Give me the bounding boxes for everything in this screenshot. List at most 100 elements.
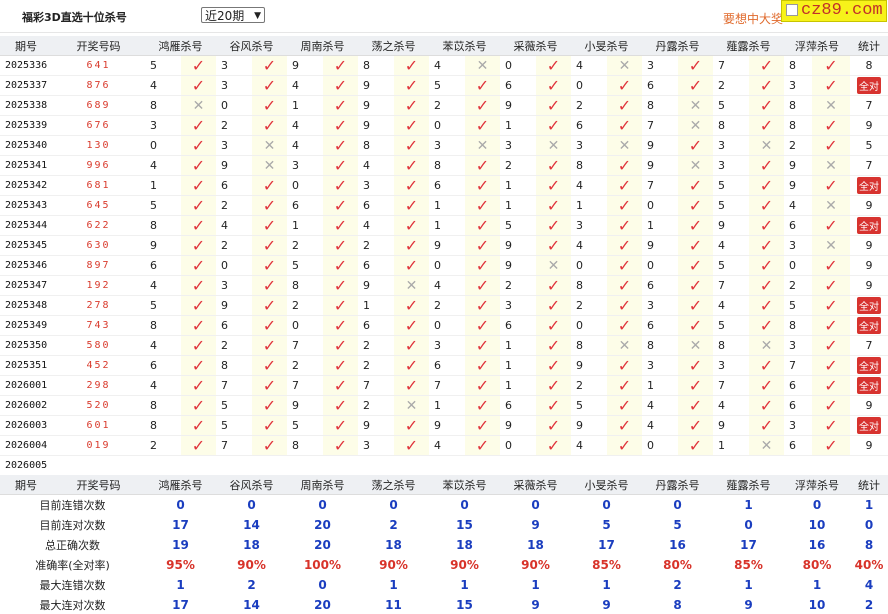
kill-number: 5 bbox=[287, 256, 323, 276]
summary-value: 5 bbox=[642, 515, 713, 535]
kill-number: 5 bbox=[713, 176, 749, 196]
summary-value: 0 bbox=[429, 495, 500, 515]
summary-label: 目前连错次数 bbox=[0, 495, 145, 515]
summary-stat: 2 bbox=[850, 595, 888, 614]
result-cell: ✓ bbox=[252, 56, 287, 76]
check-icon: ✓ bbox=[618, 396, 631, 415]
check-icon: ✓ bbox=[760, 396, 773, 415]
table-row: 20253386898✕0✓1✓9✓2✓9✓2✓8✕5✓8✕7 bbox=[0, 96, 888, 116]
column-header[interactable]: 采薇杀号 bbox=[500, 36, 571, 56]
result-cell: ✓ bbox=[252, 176, 287, 196]
column-header[interactable]: 荡之杀号 bbox=[358, 36, 429, 56]
result-cell: ✓ bbox=[812, 276, 850, 296]
issue-number: 2025336 bbox=[0, 56, 52, 76]
kill-number: 9 bbox=[500, 256, 536, 276]
kill-number: 4 bbox=[145, 276, 181, 296]
column-header[interactable]: 谷风杀号 bbox=[216, 36, 287, 56]
result-cell: ✓ bbox=[749, 96, 784, 116]
kill-number: 3 bbox=[287, 156, 323, 176]
check-icon: ✓ bbox=[618, 116, 631, 135]
result-cell: ✓ bbox=[812, 256, 850, 276]
summary-value: 85% bbox=[571, 555, 642, 575]
site-logo[interactable]: cz89.com bbox=[781, 0, 887, 22]
check-icon: ✓ bbox=[689, 76, 702, 95]
kill-number: 9 bbox=[713, 216, 749, 236]
cross-icon: ✕ bbox=[761, 338, 773, 354]
spacer-cell bbox=[536, 456, 571, 476]
draw-number: 520 bbox=[52, 396, 145, 416]
summary-value: 15 bbox=[429, 515, 500, 535]
result-cell: ✓ bbox=[536, 436, 571, 456]
check-icon: ✓ bbox=[760, 176, 773, 195]
check-icon: ✓ bbox=[405, 316, 418, 335]
result-cell: ✓ bbox=[749, 176, 784, 196]
check-icon: ✓ bbox=[689, 356, 702, 375]
column-header[interactable]: 小旻杀号 bbox=[571, 36, 642, 56]
result-cell: ✓ bbox=[394, 296, 429, 316]
result-cell: ✓ bbox=[394, 156, 429, 176]
table-row: 20253419964✓9✕3✓4✓8✓2✓8✓9✕3✓9✕7 bbox=[0, 156, 888, 176]
result-cell: ✓ bbox=[749, 196, 784, 216]
column-header[interactable]: 浮萍杀号 bbox=[784, 36, 850, 56]
table-row: 20253396763✓2✓4✓9✓0✓1✓6✓7✕8✓8✓9 bbox=[0, 116, 888, 136]
kill-number: 2 bbox=[358, 396, 394, 416]
check-icon: ✓ bbox=[192, 296, 205, 315]
period-select[interactable]: 近20期 ▼ bbox=[201, 7, 265, 23]
column-header[interactable]: 丹露杀号 bbox=[642, 36, 713, 56]
kill-number: 8 bbox=[287, 276, 323, 296]
column-header[interactable]: 薤露杀号 bbox=[713, 36, 784, 56]
kill-number: 1 bbox=[713, 436, 749, 456]
result-cell: ✓ bbox=[465, 336, 500, 356]
promo-link[interactable]: 要想中大奖 bbox=[723, 10, 783, 27]
check-icon: ✓ bbox=[334, 136, 347, 155]
issue-number: 2026003 bbox=[0, 416, 52, 436]
column-header[interactable]: 开奖号码 bbox=[52, 36, 145, 56]
result-cell: ✓ bbox=[749, 376, 784, 396]
check-icon: ✓ bbox=[263, 416, 276, 435]
result-cell: ✓ bbox=[678, 396, 713, 416]
stat-cell: 全对 bbox=[850, 316, 888, 336]
column-header[interactable]: 鸿雁杀号 bbox=[145, 36, 216, 56]
kill-number: 9 bbox=[713, 416, 749, 436]
result-cell: ✓ bbox=[394, 216, 429, 236]
kill-number: 2 bbox=[287, 236, 323, 256]
check-icon: ✓ bbox=[263, 376, 276, 395]
column-header: 谷风杀号 bbox=[216, 475, 287, 495]
check-icon: ✓ bbox=[192, 256, 205, 275]
column-header[interactable]: 统计 bbox=[850, 36, 888, 56]
kill-number: 4 bbox=[145, 156, 181, 176]
check-icon: ✓ bbox=[476, 156, 489, 175]
column-header[interactable]: 期号 bbox=[0, 36, 52, 56]
summary-label: 准确率(全对率) bbox=[0, 555, 145, 575]
result-cell: ✓ bbox=[394, 196, 429, 216]
kill-number: 6 bbox=[216, 176, 252, 196]
kill-number: 8 bbox=[642, 96, 678, 116]
column-header[interactable]: 苯苡杀号 bbox=[429, 36, 500, 56]
kill-number: 0 bbox=[500, 436, 536, 456]
kill-number: 4 bbox=[287, 76, 323, 96]
check-icon: ✓ bbox=[547, 396, 560, 415]
check-icon: ✓ bbox=[689, 256, 702, 275]
check-icon: ✓ bbox=[192, 396, 205, 415]
kill-number: 1 bbox=[642, 376, 678, 396]
summary-value: 18 bbox=[500, 535, 571, 555]
summary-value: 10 bbox=[784, 515, 850, 535]
summary-value: 85% bbox=[713, 555, 784, 575]
result-cell: ✓ bbox=[323, 136, 358, 156]
kill-number: 4 bbox=[358, 156, 394, 176]
check-icon: ✓ bbox=[618, 436, 631, 455]
column-header[interactable]: 周南杀号 bbox=[287, 36, 358, 56]
kill-number: 7 bbox=[784, 356, 812, 376]
cross-icon: ✕ bbox=[619, 58, 631, 74]
result-cell: ✓ bbox=[181, 276, 216, 296]
check-icon: ✓ bbox=[547, 156, 560, 175]
check-icon: ✓ bbox=[405, 196, 418, 215]
result-cell: ✓ bbox=[812, 176, 850, 196]
result-cell: ✕ bbox=[465, 136, 500, 156]
check-icon: ✓ bbox=[476, 336, 489, 355]
table-row: 20253456309✓2✓2✓2✓9✓9✓4✓9✓4✓3✕9 bbox=[0, 236, 888, 256]
kill-number: 8 bbox=[571, 336, 607, 356]
kill-number: 9 bbox=[571, 416, 607, 436]
kill-number: 2 bbox=[216, 196, 252, 216]
kill-number: 0 bbox=[145, 136, 181, 156]
